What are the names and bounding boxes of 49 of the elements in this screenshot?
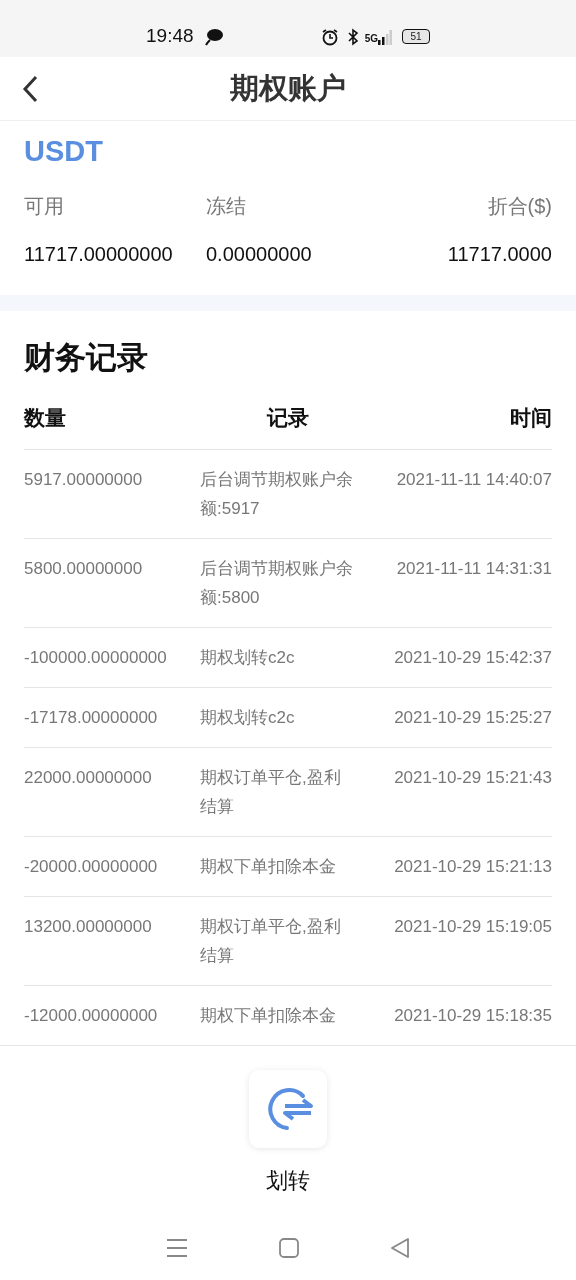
balance-label: 可用	[24, 194, 65, 219]
column-header: 数量	[24, 404, 67, 431]
menu-icon[interactable]	[165, 1237, 188, 1258]
balance-label: 折合($)	[486, 194, 552, 219]
network-label: 5G	[364, 34, 378, 44]
amount-cell-text: 22000.00000000	[24, 767, 153, 789]
record-cell-text: 后台调节期权账户余额:5917	[200, 469, 354, 520]
time-cell-text: 2021-11-11 14:40:07	[395, 469, 552, 491]
currency-name: USDT	[24, 134, 104, 169]
amount-cell-text: -12000.00000000	[24, 1005, 159, 1027]
home-icon[interactable]	[279, 1237, 299, 1258]
record-cell-text: 期权订单平仓,盈利结算	[200, 916, 342, 967]
battery-indicator: 51	[402, 29, 430, 44]
back-icon[interactable]	[390, 1237, 411, 1258]
time-cell-text: 2021-11-11 14:31:31	[395, 558, 552, 580]
alarm-icon	[320, 27, 339, 46]
balance-value: 0.00000000	[206, 242, 313, 267]
record-cell-text: 期权划转c2c	[200, 707, 296, 729]
time-cell-text: 2021-10-29 15:42:37	[393, 647, 552, 669]
section-title: 财务记录	[24, 339, 149, 377]
record-cell-text: 后台调节期权账户余额:5800	[200, 558, 354, 609]
column-header: 时间	[509, 404, 552, 431]
bluetooth-icon	[346, 27, 359, 46]
signal-icon	[378, 28, 392, 45]
record-cell-text: 期权下单扣除本金	[200, 856, 337, 878]
page-title: 期权账户	[230, 70, 346, 106]
time-cell-text: 2021-10-29 15:21:13	[393, 856, 552, 878]
transfer-button[interactable]	[249, 1070, 327, 1148]
record-cell-text: 期权订单平仓,盈利结算	[200, 767, 342, 818]
amount-cell-text: -17178.00000000	[24, 707, 159, 729]
status-time: 19:48	[146, 24, 194, 49]
time-cell-text: 2021-10-29 15:21:43	[393, 767, 552, 789]
balance-value: 11717.0000	[447, 242, 552, 267]
amount-cell-text: -20000.00000000	[24, 856, 159, 878]
amount-cell-text: 5917.00000000	[24, 469, 144, 491]
chevron-left-icon	[22, 74, 38, 103]
time-cell-text: 2021-10-29 15:18:35	[393, 1005, 552, 1027]
amount-cell-text: 13200.00000000	[24, 916, 153, 938]
record-cell-text: 期权划转c2c	[200, 647, 296, 669]
column-header: 记录	[265, 404, 310, 431]
record-cell-text: 期权下单扣除本金	[200, 1005, 337, 1027]
time-cell-text: 2021-10-29 15:19:05	[393, 916, 552, 938]
transfer-label: 划转	[266, 1167, 310, 1195]
amount-cell-text: -100000.00000000	[24, 647, 168, 669]
balance-label: 冻结	[206, 194, 247, 219]
time-cell-text: 2021-10-29 15:25:27	[393, 707, 552, 729]
amount-cell-text: 5800.00000000	[24, 558, 144, 580]
chat-bubble-icon	[203, 27, 224, 46]
balance-value: 11717.00000000	[24, 242, 174, 267]
